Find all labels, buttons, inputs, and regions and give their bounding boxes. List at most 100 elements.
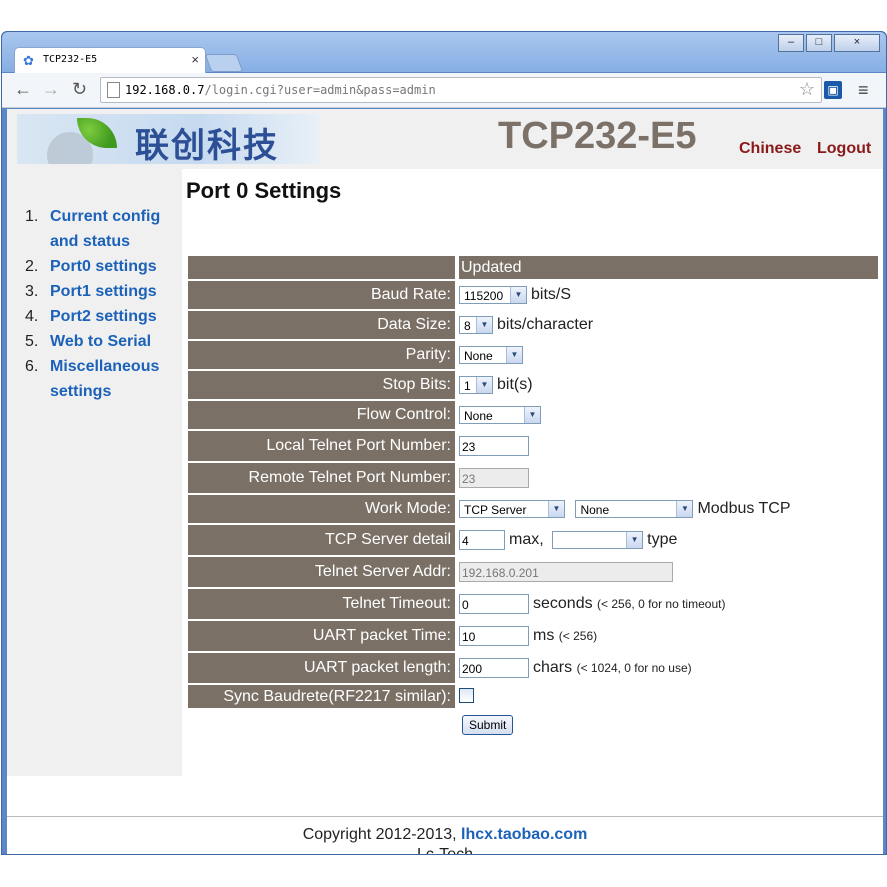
tcpdetail-max-input[interactable]: 4 [459,530,505,550]
stopbits-unit: bit(s) [497,376,533,393]
uart-len-note: (< 1024, 0 for no use) [576,661,692,676]
flow-row: Flow Control: None ▼ [188,401,878,429]
telnet-addr-input: 192.168.0.201 [459,562,673,582]
datasize-unit: bits/character [497,316,594,333]
timeout-unit: seconds [533,595,593,612]
sidebar-item-port2: 4. Port2 settings [25,308,157,325]
tcpdetail-max-text: max, [509,531,544,548]
status-label-cell [188,256,455,279]
remote-port-row: Remote Telnet Port Number: 23 [188,463,878,493]
workmode-select[interactable]: TCP Server ▼ [459,500,565,518]
chinese-link[interactable]: Chinese [739,140,801,158]
flow-value-cell: None ▼ [459,406,541,424]
status-text: Updated [459,256,878,279]
chevron-down-icon: ▼ [524,407,540,423]
local-port-value-cell: 23 [459,436,529,456]
sync-row: Sync Baudrete(RF2217 similar): [188,685,878,708]
page-viewport: 联创科技 TCP232-E5 Chinese Logout 1. Current … [7,109,883,854]
remote-port-input: 23 [459,468,529,488]
timeout-label: Telnet Timeout: [188,589,455,619]
stopbits-label: Stop Bits: [188,371,455,399]
stopbits-select[interactable]: 1 ▼ [459,376,493,394]
remote-port-value-cell: 23 [459,468,529,488]
stopbits-value-cell: 1 ▼ bit(s) [459,376,533,394]
uart-time-input[interactable]: 10 [459,626,529,646]
sync-checkbox[interactable] [459,688,474,704]
workmode-secondary-select[interactable]: None ▼ [575,500,694,518]
local-port-input[interactable]: 23 [459,436,529,456]
url-path: /login.cgi?user=admin&pass=admin [204,83,436,97]
sidebar-link[interactable]: Web to Serial [50,333,151,350]
bookmark-star-icon[interactable]: ☆ [799,79,815,100]
local-port-row: Local Telnet Port Number: 23 [188,431,878,461]
window-controls: – □ × [776,34,880,52]
telnet-addr-label: Telnet Server Addr: [188,557,455,587]
remote-port-label: Remote Telnet Port Number: [188,463,455,493]
company-name: Lc-Tech [7,845,883,854]
tcpdetail-value-cell: 4 max, ▼ type [459,530,677,550]
uart-len-unit: chars [533,659,573,676]
baud-value-cell: 115200 ▼ bits/S [459,286,571,304]
sidebar: 1. Current config and status 2. Port0 sett… [7,169,182,776]
sidebar-item-current-config: 1. Current config and status [25,208,161,250]
parity-label: Parity: [188,341,455,369]
browser-tab[interactable]: ✿ TCP232-E5 × [14,47,206,74]
sidebar-item-port1: 3. Port1 settings [25,283,157,300]
uart-len-input[interactable]: 200 [459,658,529,678]
sidebar-link[interactable]: Port2 settings [50,308,157,325]
menu-icon[interactable]: ≡ [858,80,869,101]
datasize-select[interactable]: 8 ▼ [459,316,493,334]
tcpdetail-type-text: type [647,531,678,548]
baud-select[interactable]: 115200 ▼ [459,286,527,304]
chevron-down-icon: ▼ [510,287,526,303]
company-logo: 联创科技 [17,114,319,164]
logout-link[interactable]: Logout [817,140,871,158]
uart-len-label: UART packet length: [188,653,455,683]
back-arrow-icon[interactable]: ← [14,80,32,98]
footer-divider [7,816,883,817]
footer-copyright-line: Copyright 2012-2013, lhcx.taobao.com [7,825,883,845]
close-window-button[interactable]: × [834,34,880,52]
workmode-value-cell: TCP Server ▼ None ▼ Modbus TCP [459,500,791,518]
extension-icon[interactable]: ▣ [824,81,842,99]
uart-len-row: UART packet length: 200 chars (< 1024, 0 … [188,653,878,683]
baud-unit: bits/S [531,286,572,303]
sidebar-link[interactable]: Port1 settings [50,283,157,300]
device-title: TCP232-E5 [498,115,697,157]
address-bar[interactable]: 192.168.0.7/login.cgi?user=admin&pass=ad… [100,77,822,103]
footer: Copyright 2012-2013, lhcx.taobao.com Lc-… [7,825,883,854]
page-icon [107,82,120,98]
sidebar-link[interactable]: Current config and status [50,208,160,250]
timeout-input[interactable]: 0 [459,594,529,614]
copyright-text: Copyright 2012-2013, [302,826,457,843]
baud-label: Baud Rate: [188,281,455,309]
sidebar-link[interactable]: Miscellaneous settings [50,358,159,400]
new-tab-button[interactable] [204,54,244,72]
logo-text: 联创科技 [135,126,279,164]
forward-arrow-icon[interactable]: → [42,80,60,98]
chevron-down-icon: ▼ [626,532,643,548]
tcpdetail-row: TCP Server detail 4 max, ▼ type [188,525,878,555]
sidebar-link[interactable]: Port0 settings [50,258,157,275]
maximize-button[interactable]: □ [806,34,832,52]
stopbits-row: Stop Bits: 1 ▼ bit(s) [188,371,878,399]
datasize-value-cell: 8 ▼ bits/character [459,316,593,334]
tab-close-icon[interactable]: × [191,52,199,67]
parity-select[interactable]: None ▼ [459,346,523,364]
reload-icon[interactable]: ↻ [72,80,87,98]
tcpdetail-type-select[interactable]: ▼ [552,531,644,549]
uart-time-unit: ms [533,627,555,644]
uart-time-value-cell: 10 ms (< 256) [459,626,597,646]
chevron-down-icon: ▼ [476,377,492,393]
timeout-value-cell: 0 seconds (< 256, 0 for no timeout) [459,594,725,614]
sidebar-nav: 1. Current config and status 2. Port0 sett… [25,204,190,404]
chevron-down-icon: ▼ [476,317,492,333]
footer-link[interactable]: lhcx.taobao.com [461,826,587,843]
page-title: Port 0 Settings [186,178,342,203]
sync-value-cell [459,687,474,705]
flow-select[interactable]: None ▼ [459,406,541,424]
submit-button[interactable]: Submit [462,715,514,735]
datasize-label: Data Size: [188,311,455,339]
tab-title: TCP232-E5 [43,54,98,65]
minimize-button[interactable]: – [778,34,804,52]
